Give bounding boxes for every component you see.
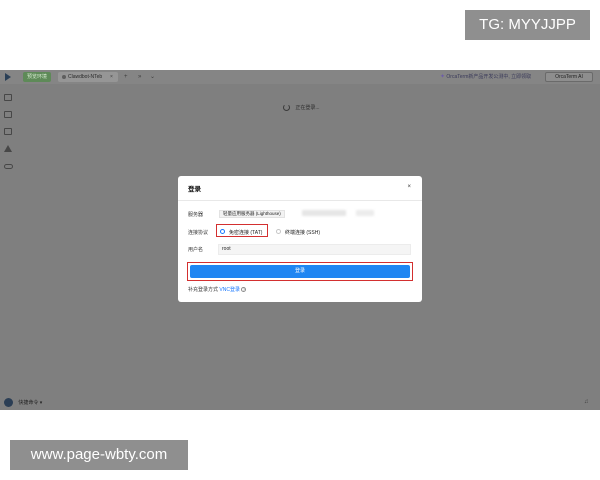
sidebar [0,84,16,410]
option-ssh-label[interactable]: 终端连接 (SSH) [285,229,320,236]
server-ip-redacted [302,210,346,216]
radio-ssh[interactable] [276,229,281,234]
loading-text: 正在登录... [295,105,320,111]
username-field[interactable]: root [218,244,411,255]
username-label: 用户名 [188,247,204,253]
dialog-title: 登录 [188,186,201,193]
extra-login-row: 补充登录方式 VNC登录 ? [188,286,247,293]
tg-badge: TG: MYYJJPP [465,10,590,40]
loading-indicator: 正在登录... [283,104,320,112]
server-value: 轻量应用服务器 (Lighthouse) [219,210,285,218]
radio-tat[interactable] [220,229,225,234]
tab-status-dot [62,75,66,79]
tab-clawdbot[interactable]: Clawdbot-NTeb × [58,72,118,82]
avatar[interactable] [4,398,13,407]
spinner-icon [283,104,290,112]
cloud-icon[interactable] [4,164,13,169]
shortcut-label[interactable]: 快捷命令 ▾ [18,400,42,406]
help-icon[interactable]: ? [241,287,247,293]
top-toolbar: 预览环境 Clawdbot-NTeb × + » ⌄ ✦ OrcaTerm新产品… [0,70,600,84]
sparkle-icon: ✦ [440,74,446,80]
server-ip-redacted-2 [356,210,374,216]
server-label: 服务器 [188,212,204,218]
add-tab-icon[interactable]: + [124,72,128,82]
home-icon[interactable] [4,145,12,152]
login-dialog: 登录 × 服务器 轻量应用服务器 (Lighthouse) 连接协议 免密连接 … [178,176,422,302]
chevron-double-icon[interactable]: » [138,72,141,82]
tab-close-icon[interactable]: × [110,72,113,82]
close-icon[interactable]: × [407,184,411,190]
shortcut-bar[interactable]: 快捷命令 ▾ [4,398,42,407]
extra-label: 补充登录方式 [188,287,219,293]
dialog-divider [178,200,422,201]
image-icon[interactable] [4,128,12,135]
env-badge[interactable]: 预览环境 [23,72,52,82]
orcaterm-ai-button[interactable]: OrcaTerm AI [545,72,593,82]
file-icon[interactable] [4,111,12,118]
tab-label: Clawdbot-NTeb [68,74,103,80]
watermark-badge: www.page-wbty.com [10,440,188,470]
login-button[interactable]: 登录 [190,265,410,278]
option-tat-label[interactable]: 免密连接 (TAT) [229,229,262,236]
vnc-login-link[interactable]: VNC登录 [219,287,240,293]
users-icon[interactable] [4,94,12,101]
notice-banner[interactable]: ✦ OrcaTerm新产品开发公测中, 立即领取 [440,72,531,82]
protocol-label: 连接协议 [188,230,209,236]
bell-icon[interactable]: ♫ [584,399,589,405]
chevron-down-icon[interactable]: ⌄ [150,72,155,82]
notice-text: OrcaTerm新产品开发公测中, 立即领取 [446,74,532,80]
logo-icon [5,73,11,81]
